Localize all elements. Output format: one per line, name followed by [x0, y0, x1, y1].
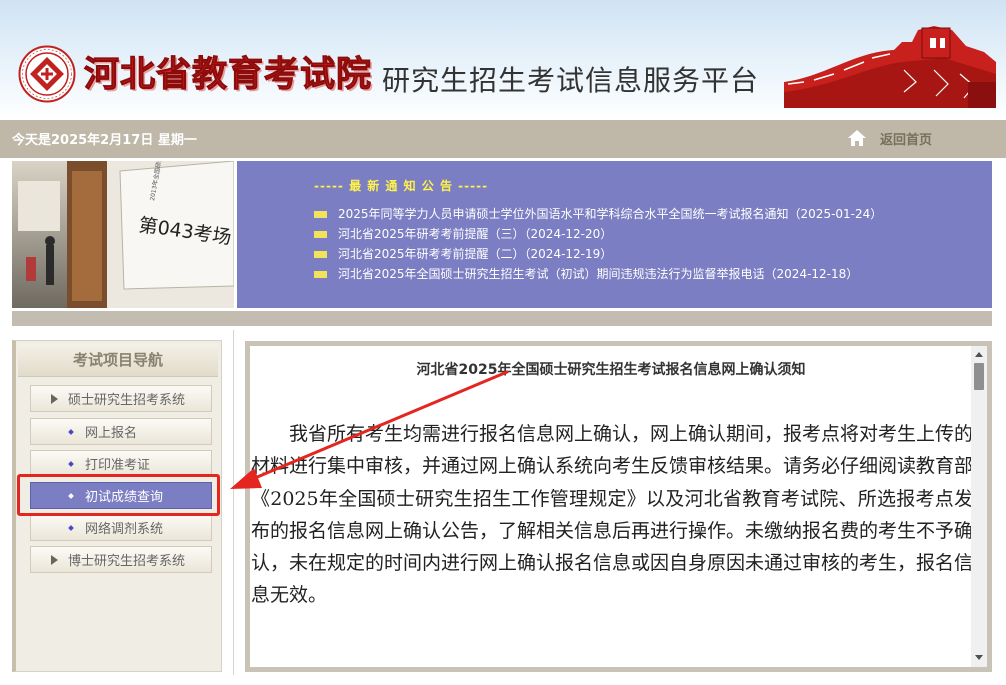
- nav-online-registration[interactable]: 网上报名: [30, 418, 212, 445]
- back-home-link[interactable]: 返回首页: [846, 126, 932, 150]
- bullet-icon: [314, 231, 327, 238]
- notices-heading: ----- 最 新 通 知 公 告 -----: [314, 179, 489, 193]
- organization-logo-text: 河北省教育考试院: [83, 55, 373, 96]
- notices-list: 2025年同等学力人员申请硕士学位外国语水平和学科综合水平全国统一考试报名通知（…: [314, 207, 882, 287]
- section-divider: [12, 311, 992, 326]
- content-scrollbar[interactable]: [971, 346, 987, 667]
- notice-content: 河北省2025年全国硕士研究生招生考试报名信息网上确认须知 我省所有考生均需进行…: [250, 346, 987, 667]
- notice-title: 河北省2025年全国硕士研究生招生考试报名信息网上确认须知: [416, 362, 806, 378]
- nav-print-admission-ticket[interactable]: 打印准考证: [30, 450, 212, 477]
- scroll-down-icon[interactable]: [975, 655, 983, 660]
- bullet-icon: [68, 428, 74, 435]
- column-divider: [233, 330, 234, 675]
- site-header: 河北省教育考试院 研究生招生考试信息服务平台: [0, 0, 1006, 120]
- scroll-up-icon[interactable]: [975, 352, 983, 357]
- nav-doctoral-admission-system[interactable]: 博士研究生招考系统: [30, 546, 212, 573]
- bullet-icon: [314, 211, 327, 218]
- notice-item[interactable]: 河北省2025年研考考前提醒（三）（2024-12-20）: [314, 227, 882, 247]
- bullet-icon: [68, 460, 74, 467]
- notice-item[interactable]: 2025年同等学力人员申请硕士学位外国语水平和学科综合水平全国统一考试报名通知（…: [314, 207, 882, 227]
- annotation-highlight-box: [17, 474, 220, 516]
- great-wall-icon: [784, 26, 996, 108]
- home-icon: [848, 130, 866, 146]
- triangle-right-icon: [51, 393, 58, 404]
- notice-body: 我省所有考生均需进行报名信息网上确认，网上确认期间，报考点将对考生上传的材料进行…: [251, 423, 974, 607]
- back-home-label: 返回首页: [880, 132, 933, 148]
- platform-title: 研究生招生考试信息服务平台: [382, 64, 760, 97]
- current-date: 今天是2025年2月17日 星期一: [12, 133, 197, 148]
- notice-content-frame: 河北省2025年全国硕士研究生招生考试报名信息网上确认须知 我省所有考生均需进行…: [245, 341, 992, 672]
- exam-room-photo: 2013年全国硕士研究生入学考试初试 第043考场: [12, 161, 234, 308]
- bullet-icon: [314, 271, 327, 278]
- exam-authority-seal-icon: [18, 45, 76, 103]
- notice-item[interactable]: 河北省2025年全国硕士研究生招生考试（初试）期间违规违法行为监督举报电话（20…: [314, 267, 882, 287]
- scroll-thumb[interactable]: [974, 363, 984, 390]
- sidebar-title: 考试项目导航: [18, 343, 218, 377]
- nav-master-admission-system[interactable]: 硕士研究生招考系统: [30, 385, 212, 412]
- notice-item[interactable]: 河北省2025年研考考前提醒（二）（2024-12-19）: [314, 247, 882, 267]
- nav-online-adjustment-system[interactable]: 网络调剂系统: [30, 514, 212, 541]
- latest-notices-panel: ----- 最 新 通 知 公 告 ----- 2025年同等学力人员申请硕士学…: [237, 161, 992, 308]
- bullet-icon: [314, 251, 327, 258]
- bullet-icon: [68, 524, 74, 531]
- triangle-right-icon: [51, 554, 58, 565]
